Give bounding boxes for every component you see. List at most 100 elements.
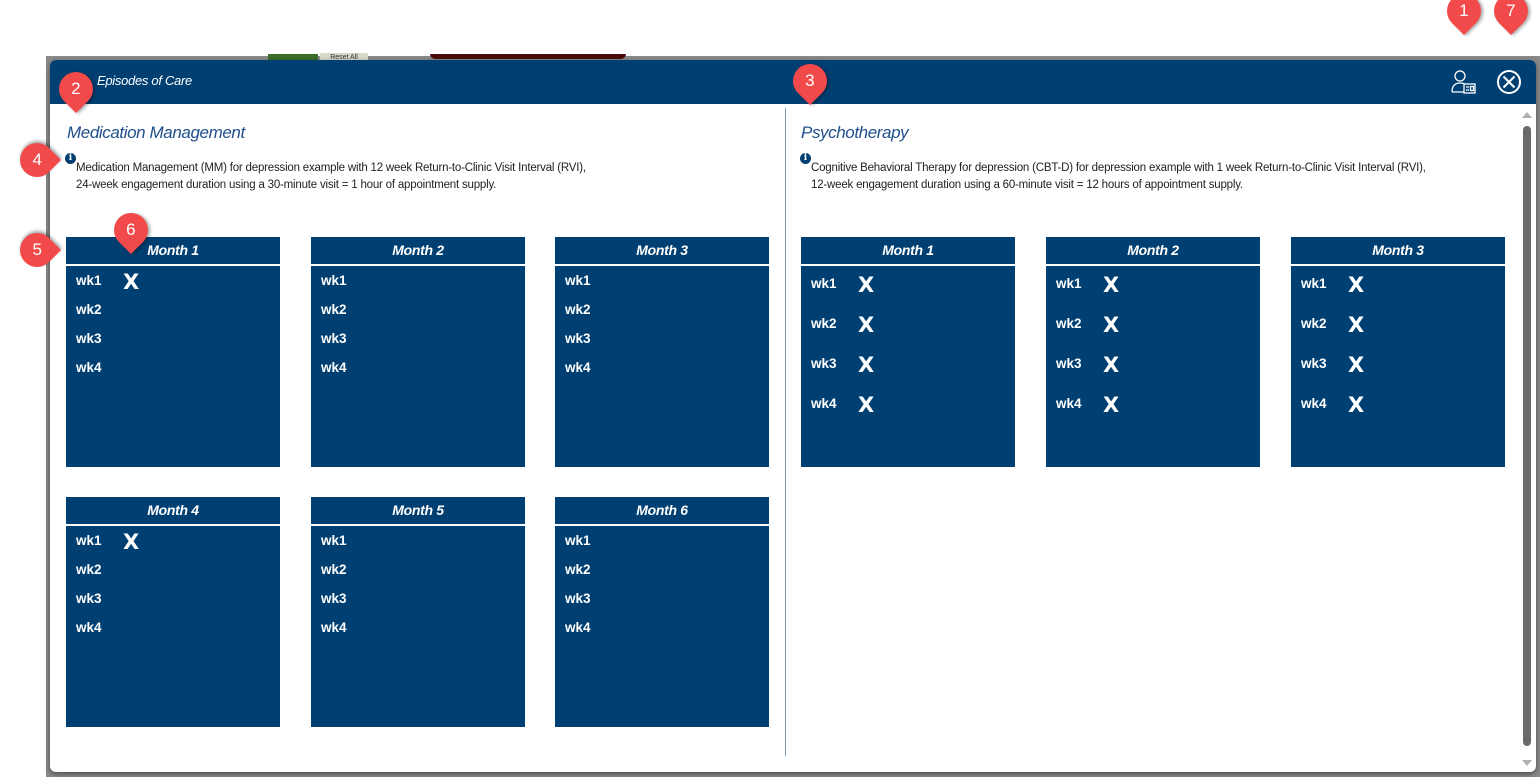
info-icon[interactable]: i [800, 153, 811, 164]
week-label: wk4 [1301, 396, 1327, 411]
week-row: wk3 [555, 584, 769, 613]
visit-mark: X [1348, 313, 1365, 337]
week-label: wk3 [811, 356, 837, 371]
week-label: wk4 [76, 620, 102, 635]
month-card: Month 3 wk1 Xwk2 Xwk3 Xwk4 X [1291, 237, 1505, 467]
visit-mark: X [123, 270, 140, 294]
week-label: wk2 [565, 302, 591, 317]
week-label: wk4 [811, 396, 837, 411]
psychotherapy-description-line: Cognitive Behavioral Therapy for depress… [811, 162, 1426, 174]
week-label: wk1 [1056, 276, 1082, 291]
week-row: wk2 [555, 295, 769, 324]
month-card: Month 1 wk1 Xwk2 wk3 wk4 [66, 237, 280, 467]
week-row: wk1 [311, 526, 525, 555]
week-label: wk2 [565, 562, 591, 577]
scroll-down-arrow-icon[interactable] [1522, 760, 1532, 766]
week-label: wk1 [565, 533, 591, 548]
visit-mark: X [1103, 313, 1120, 337]
week-row: wk4 X [1046, 386, 1260, 426]
week-row: wk4 [311, 613, 525, 642]
month-header: Month 5 [311, 497, 525, 526]
week-row: wk3 [311, 324, 525, 353]
week-label: wk2 [1056, 316, 1082, 331]
week-row: wk4 [555, 613, 769, 642]
week-row: wk2 [66, 555, 280, 584]
medication-management-title: Medication Management [67, 123, 245, 142]
week-label: wk3 [76, 591, 102, 606]
visit-mark: X [1103, 273, 1120, 297]
week-label: wk4 [321, 360, 347, 375]
month-header: Month 2 [1046, 237, 1260, 266]
psychotherapy-description: Cognitive Behavioral Therapy for depress… [811, 160, 1426, 194]
week-label: wk4 [76, 360, 102, 375]
visit-mark: X [1348, 393, 1365, 417]
week-row: wk2 [555, 555, 769, 584]
provider-profile-icon[interactable] [1450, 68, 1478, 96]
week-label: wk3 [565, 591, 591, 606]
medication-description: Medication Management (MM) for depressio… [76, 160, 586, 194]
month-card: Month 5 wk1 wk2 wk3 wk4 [311, 497, 525, 727]
week-label: wk1 [76, 533, 102, 548]
month-card: Month 2 wk1 Xwk2 Xwk3 Xwk4 X [1046, 237, 1260, 467]
medication-description-line: Medication Management (MM) for depressio… [76, 162, 586, 174]
week-row: wk3 [66, 584, 280, 613]
medication-description-line: 24-week engagement duration using a 30-m… [76, 179, 497, 191]
week-label: wk1 [321, 273, 347, 288]
month-header: Month 6 [555, 497, 769, 526]
month-header: Month 2 [311, 237, 525, 266]
scroll-up-arrow-icon[interactable] [1522, 112, 1532, 118]
week-label: wk2 [811, 316, 837, 331]
week-row: wk2 [66, 295, 280, 324]
vertical-scrollbar[interactable] [1522, 112, 1532, 766]
info-icon[interactable]: i [65, 153, 76, 164]
week-row: wk3 [311, 584, 525, 613]
week-row: wk4 [311, 353, 525, 382]
week-row: wk1 X [66, 266, 280, 295]
month-header: Month 3 [1291, 237, 1505, 266]
visit-mark: X [858, 353, 875, 377]
week-row: wk2 [311, 555, 525, 584]
week-label: wk3 [1056, 356, 1082, 371]
week-row: wk4 [66, 613, 280, 642]
visit-mark: X [1103, 393, 1120, 417]
week-row: wk2 X [1291, 306, 1505, 346]
scrollbar-thumb[interactable] [1523, 126, 1531, 746]
week-row: wk3 [66, 324, 280, 353]
month-card: Month 1 wk1 Xwk2 X wk3 Xwk4 X [801, 237, 1015, 467]
visit-mark: X [858, 393, 875, 417]
week-label: wk1 [811, 276, 837, 291]
week-row: wk1 [555, 526, 769, 555]
week-row: wk3 X [1046, 346, 1260, 386]
week-row: wk4 [66, 353, 280, 382]
month-card: Month 3 wk1 wk2 wk3 wk4 [555, 237, 769, 467]
month-card: Month 4 wk1 Xwk2 wk3 wk4 [66, 497, 280, 727]
week-row: wk4 X [801, 386, 1015, 426]
week-row: wk1 X [1046, 266, 1260, 306]
week-row: wk2 X [801, 306, 1015, 346]
section-divider [785, 108, 786, 756]
week-label: wk2 [76, 562, 102, 577]
week-label: wk1 [76, 273, 102, 288]
week-label: wk1 [565, 273, 591, 288]
visit-mark: X [858, 273, 875, 297]
month-header: Month 3 [555, 237, 769, 266]
week-label: wk3 [1301, 356, 1327, 371]
week-label: wk4 [321, 620, 347, 635]
week-label: wk2 [1301, 316, 1327, 331]
episodes-of-care-modal: Episodes of Care Medication Management i… [50, 60, 1536, 772]
visit-mark: X [123, 530, 140, 554]
week-row: wk4 X [1291, 386, 1505, 426]
background-red-button [430, 54, 626, 59]
visit-mark: X [1348, 353, 1365, 377]
close-circle-icon[interactable] [1495, 68, 1523, 96]
week-label: wk3 [321, 331, 347, 346]
week-row: wk3 [555, 324, 769, 353]
week-label: wk3 [321, 591, 347, 606]
month-header: Month 1 [801, 237, 1015, 266]
annotation-marker: 7 [1486, 0, 1536, 36]
week-row: wk1 X [66, 526, 280, 555]
week-label: wk1 [321, 533, 347, 548]
modal-title: Episodes of Care [97, 73, 192, 88]
week-label: wk2 [321, 562, 347, 577]
week-label: wk3 [76, 331, 102, 346]
